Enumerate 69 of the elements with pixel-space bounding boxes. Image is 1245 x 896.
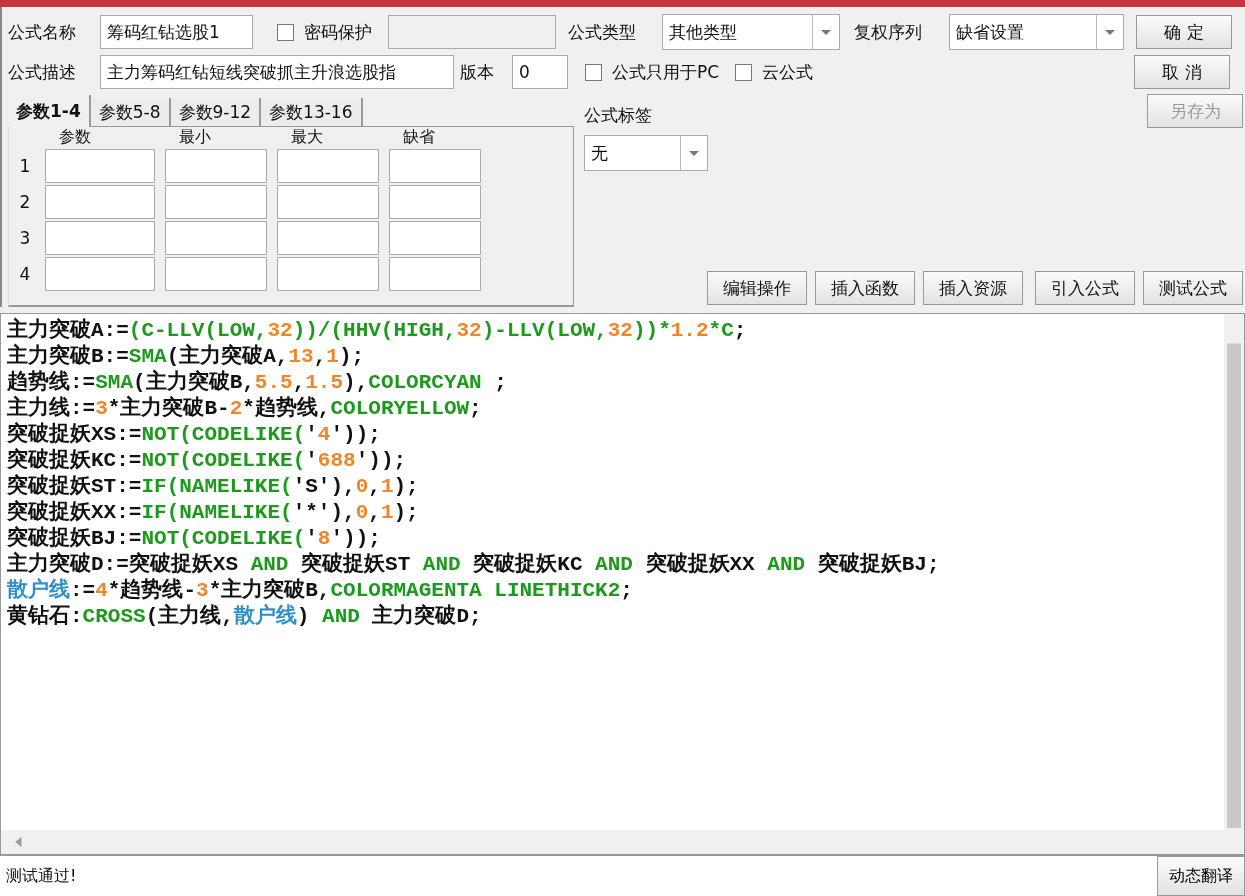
checkbox[interactable]: [585, 63, 602, 81]
column-header: 最大: [290, 127, 324, 147]
tool-button[interactable]: 插入函数: [815, 271, 915, 305]
row-number: 1: [18, 155, 32, 178]
param-field[interactable]: [277, 257, 379, 291]
param-field[interactable]: [277, 221, 379, 255]
checkbox-label: 密码保护: [304, 20, 372, 44]
field-label: 复权序列: [853, 20, 923, 44]
tab[interactable]: 参数13-16: [261, 98, 363, 126]
field-label: 公式类型: [568, 20, 637, 44]
horizontal-scrollbar[interactable]: [1, 830, 1244, 854]
param-field[interactable]: [389, 185, 481, 219]
param-field[interactable]: [45, 149, 155, 183]
tool-button[interactable]: 插入资源: [923, 271, 1023, 305]
param-field[interactable]: [45, 221, 155, 255]
type-select[interactable]: 其他类型: [662, 14, 840, 50]
code-line: 突破捉妖XX:=IF(NAMELIKE('*'),0,1);: [7, 500, 420, 526]
checkbox[interactable]: [735, 63, 753, 81]
code-line: 主力线:=3*主力突破B-2*趋势线,COLORYELLOW;: [7, 396, 483, 422]
translate-button[interactable]: 动态翻译: [1157, 856, 1245, 896]
code-line: 黄钻石:CROSS(主力线,散户线) AND 主力突破D;: [7, 604, 483, 630]
row-number: 3: [18, 227, 32, 250]
tool-button[interactable]: 引入公式: [1035, 271, 1135, 305]
param-field[interactable]: [389, 257, 481, 291]
dialog-button[interactable]: 取 消: [1134, 55, 1230, 89]
status-message: 测试通过!: [0, 856, 1157, 896]
code-line: 主力突破B:=SMA(主力突破A,13,1);: [7, 344, 366, 369]
column-header: 参数: [58, 127, 92, 147]
code-line: 突破捉妖ST:=IF(NAMELIKE('S'),0,1);: [7, 474, 420, 500]
param-field[interactable]: [165, 185, 267, 219]
row-number: 2: [18, 191, 32, 214]
field-label: 公式名称: [8, 20, 77, 44]
row-number: 4: [18, 263, 32, 286]
field-label: 公式描述: [8, 60, 77, 84]
checkbox[interactable]: [277, 23, 294, 41]
code-line: 主力突破D:=突破捉妖XS AND 突破捉妖ST AND 突破捉妖KC AND 突破捉妖XX AND 突破捉妖BJ;: [7, 552, 941, 577]
field-label: 公式标签: [584, 104, 653, 127]
tool-button[interactable]: 编辑操作: [707, 271, 807, 305]
param-field[interactable]: [277, 185, 379, 219]
column-header: 最小: [178, 127, 212, 147]
code-line: 趋势线:=SMA(主力突破B,5.5,1.5),COLORCYAN ;: [7, 370, 508, 395]
param-field[interactable]: [389, 221, 481, 255]
param-field[interactable]: [165, 221, 267, 255]
param-field[interactable]: [165, 149, 267, 183]
checkbox-label: 云公式: [762, 60, 814, 84]
tool-button[interactable]: 测试公式: [1143, 271, 1243, 305]
code-line: 主力突破A:=(C-LLV(LOW,32))/(HHV(HIGH,32)-LLV(LOW,32))*1.2*C;: [7, 318, 748, 343]
param-field[interactable]: [277, 149, 379, 183]
code-line: 突破捉妖BJ:=NOT(CODELIKE('8'));: [7, 526, 382, 551]
param-field[interactable]: [165, 257, 267, 291]
tab[interactable]: 参数5-8: [90, 98, 171, 126]
field-label: 版本: [459, 60, 495, 84]
vertical-scrollbar[interactable]: [1224, 314, 1244, 830]
param-field[interactable]: [45, 257, 155, 291]
name-field[interactable]: 筹码红钻选股1: [100, 15, 253, 49]
description-field[interactable]: 主力筹码红钻短线突破抓主升浪选股指: [100, 55, 454, 89]
checkbox-label: 公式只用于PC: [612, 60, 720, 84]
code-line: 突破捉妖XS:=NOT(CODELIKE('4'));: [7, 422, 382, 448]
tag-select[interactable]: 无: [584, 135, 708, 171]
code-line: 散户线:=4*趋势线-3*主力突破B,COLORMAGENTA LINETHICK2;: [7, 578, 634, 603]
column-header: 缺省: [402, 127, 436, 147]
tab[interactable]: 参数1-4: [8, 95, 91, 127]
tab[interactable]: 参数9-12: [170, 98, 262, 126]
dialog-button[interactable]: 确 定: [1136, 15, 1232, 49]
rights-select[interactable]: 缺省设置: [949, 14, 1124, 50]
version-field[interactable]: 0: [512, 55, 568, 89]
code-line: 突破捉妖KC:=NOT(CODELIKE('688'));: [7, 448, 408, 474]
param-field[interactable]: [45, 185, 155, 219]
param-field[interactable]: [389, 149, 481, 183]
